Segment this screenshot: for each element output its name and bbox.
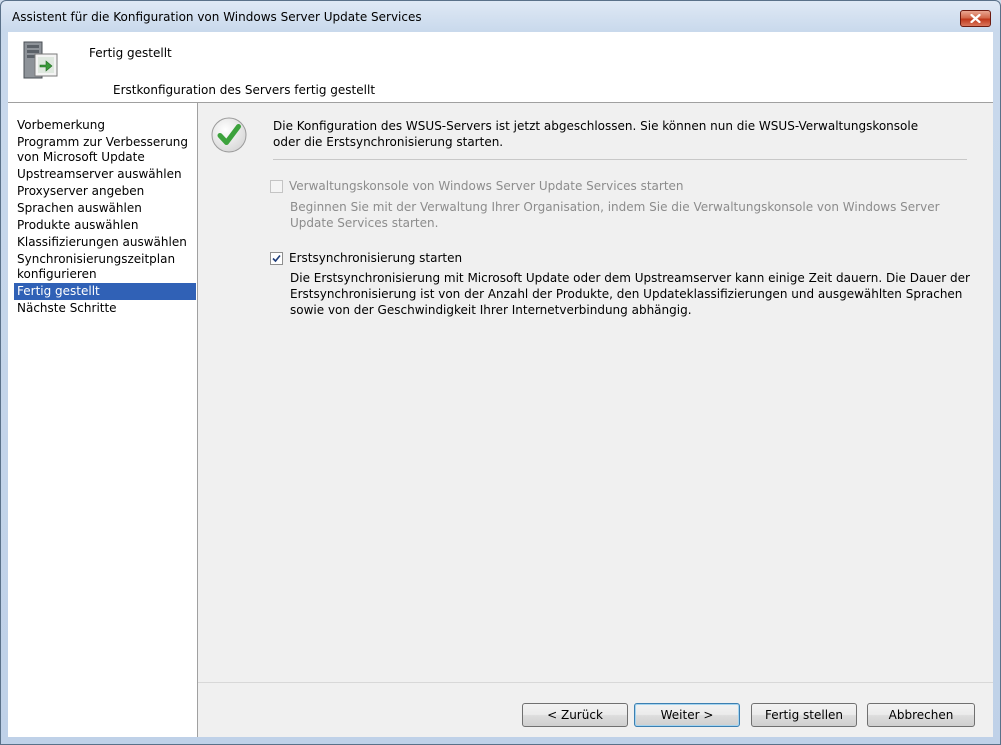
cancel-button[interactable]: Abbrechen [867,703,975,727]
success-checkmark-icon [211,117,247,153]
step-produkte[interactable]: Produkte auswählen [14,217,196,234]
page-title: Fertig gestellt [89,46,172,60]
footer-separator [198,682,993,683]
close-button[interactable] [960,10,991,27]
step-verbesserungsprogramm[interactable]: Programm zur Verbesserung von Microsoft … [14,134,196,166]
finish-button[interactable]: Fertig stellen [751,703,857,727]
console-checkbox[interactable] [270,179,283,193]
checkmark-icon [272,254,281,262]
step-klassifizierungen[interactable]: Klassifizierungen auswählen [14,234,196,251]
console-option: Verwaltungskonsole von Windows Server Up… [270,179,684,193]
sync-option-description: Die Erstsynchronisierung mit Microsoft U… [290,271,970,317]
step-upstreamserver[interactable]: Upstreamserver auswählen [14,166,196,183]
sync-checkbox-label: Erstsynchronisierung starten [289,251,463,265]
steps-list: Vorbemerkung Programm zur Verbesserung v… [14,117,196,317]
next-button[interactable]: Weiter > [634,703,740,727]
wizard-window: Assistent für die Konfiguration von Wind… [0,0,1001,745]
wizard-header: Fertig gestellt Erstkonfiguration des Se… [8,32,993,103]
sync-checkbox[interactable] [270,251,283,265]
step-fertig-gestellt[interactable]: Fertig gestellt [14,283,196,300]
separator [273,159,967,160]
step-sprachen[interactable]: Sprachen auswählen [14,200,196,217]
console-checkbox-label: Verwaltungskonsole von Windows Server Up… [289,179,684,193]
completion-message: Die Konfiguration des WSUS-Servers ist j… [273,119,919,149]
title-bar[interactable]: Assistent für die Konfiguration von Wind… [1,1,1000,33]
step-vorbemerkung[interactable]: Vorbemerkung [14,117,196,134]
step-naechste-schritte[interactable]: Nächste Schritte [14,300,196,317]
page-subtitle: Erstkonfiguration des Servers fertig ges… [113,83,376,97]
back-button[interactable]: < Zurück [522,703,628,727]
close-icon [970,14,981,23]
step-synchronisierungszeitplan[interactable]: Synchronisierungszeitplan konfigurieren [14,251,196,283]
server-setup-icon [23,41,58,79]
step-proxyserver[interactable]: Proxyserver angeben [14,183,196,200]
wizard-steps-sidebar: Vorbemerkung Programm zur Verbesserung v… [8,103,198,737]
console-option-description: Beginnen Sie mit der Verwaltung Ihrer Or… [290,200,940,230]
window-title: Assistent für die Konfiguration von Wind… [12,10,422,24]
sync-option: Erstsynchronisierung starten [270,251,462,265]
wizard-content: Die Konfiguration des WSUS-Servers ist j… [198,103,993,737]
